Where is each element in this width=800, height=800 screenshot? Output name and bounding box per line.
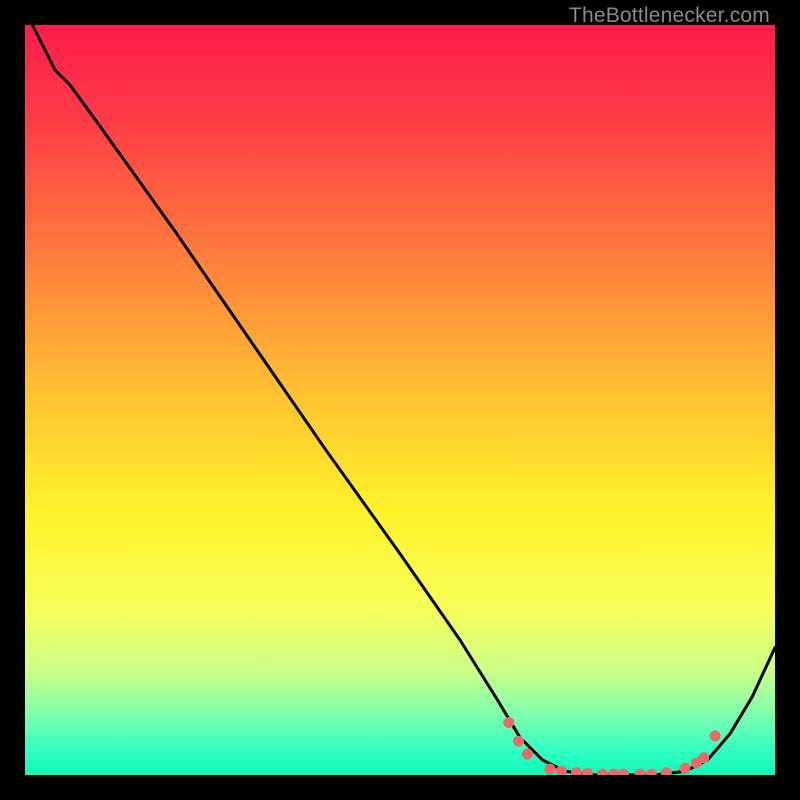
data-point [545,764,556,775]
data-point [680,763,691,774]
data-point [522,749,533,760]
data-point [513,736,524,747]
bottleneck-chart [25,25,775,775]
data-point [698,752,709,763]
data-point [710,731,721,742]
chart-background [25,25,775,775]
data-point [503,717,514,728]
